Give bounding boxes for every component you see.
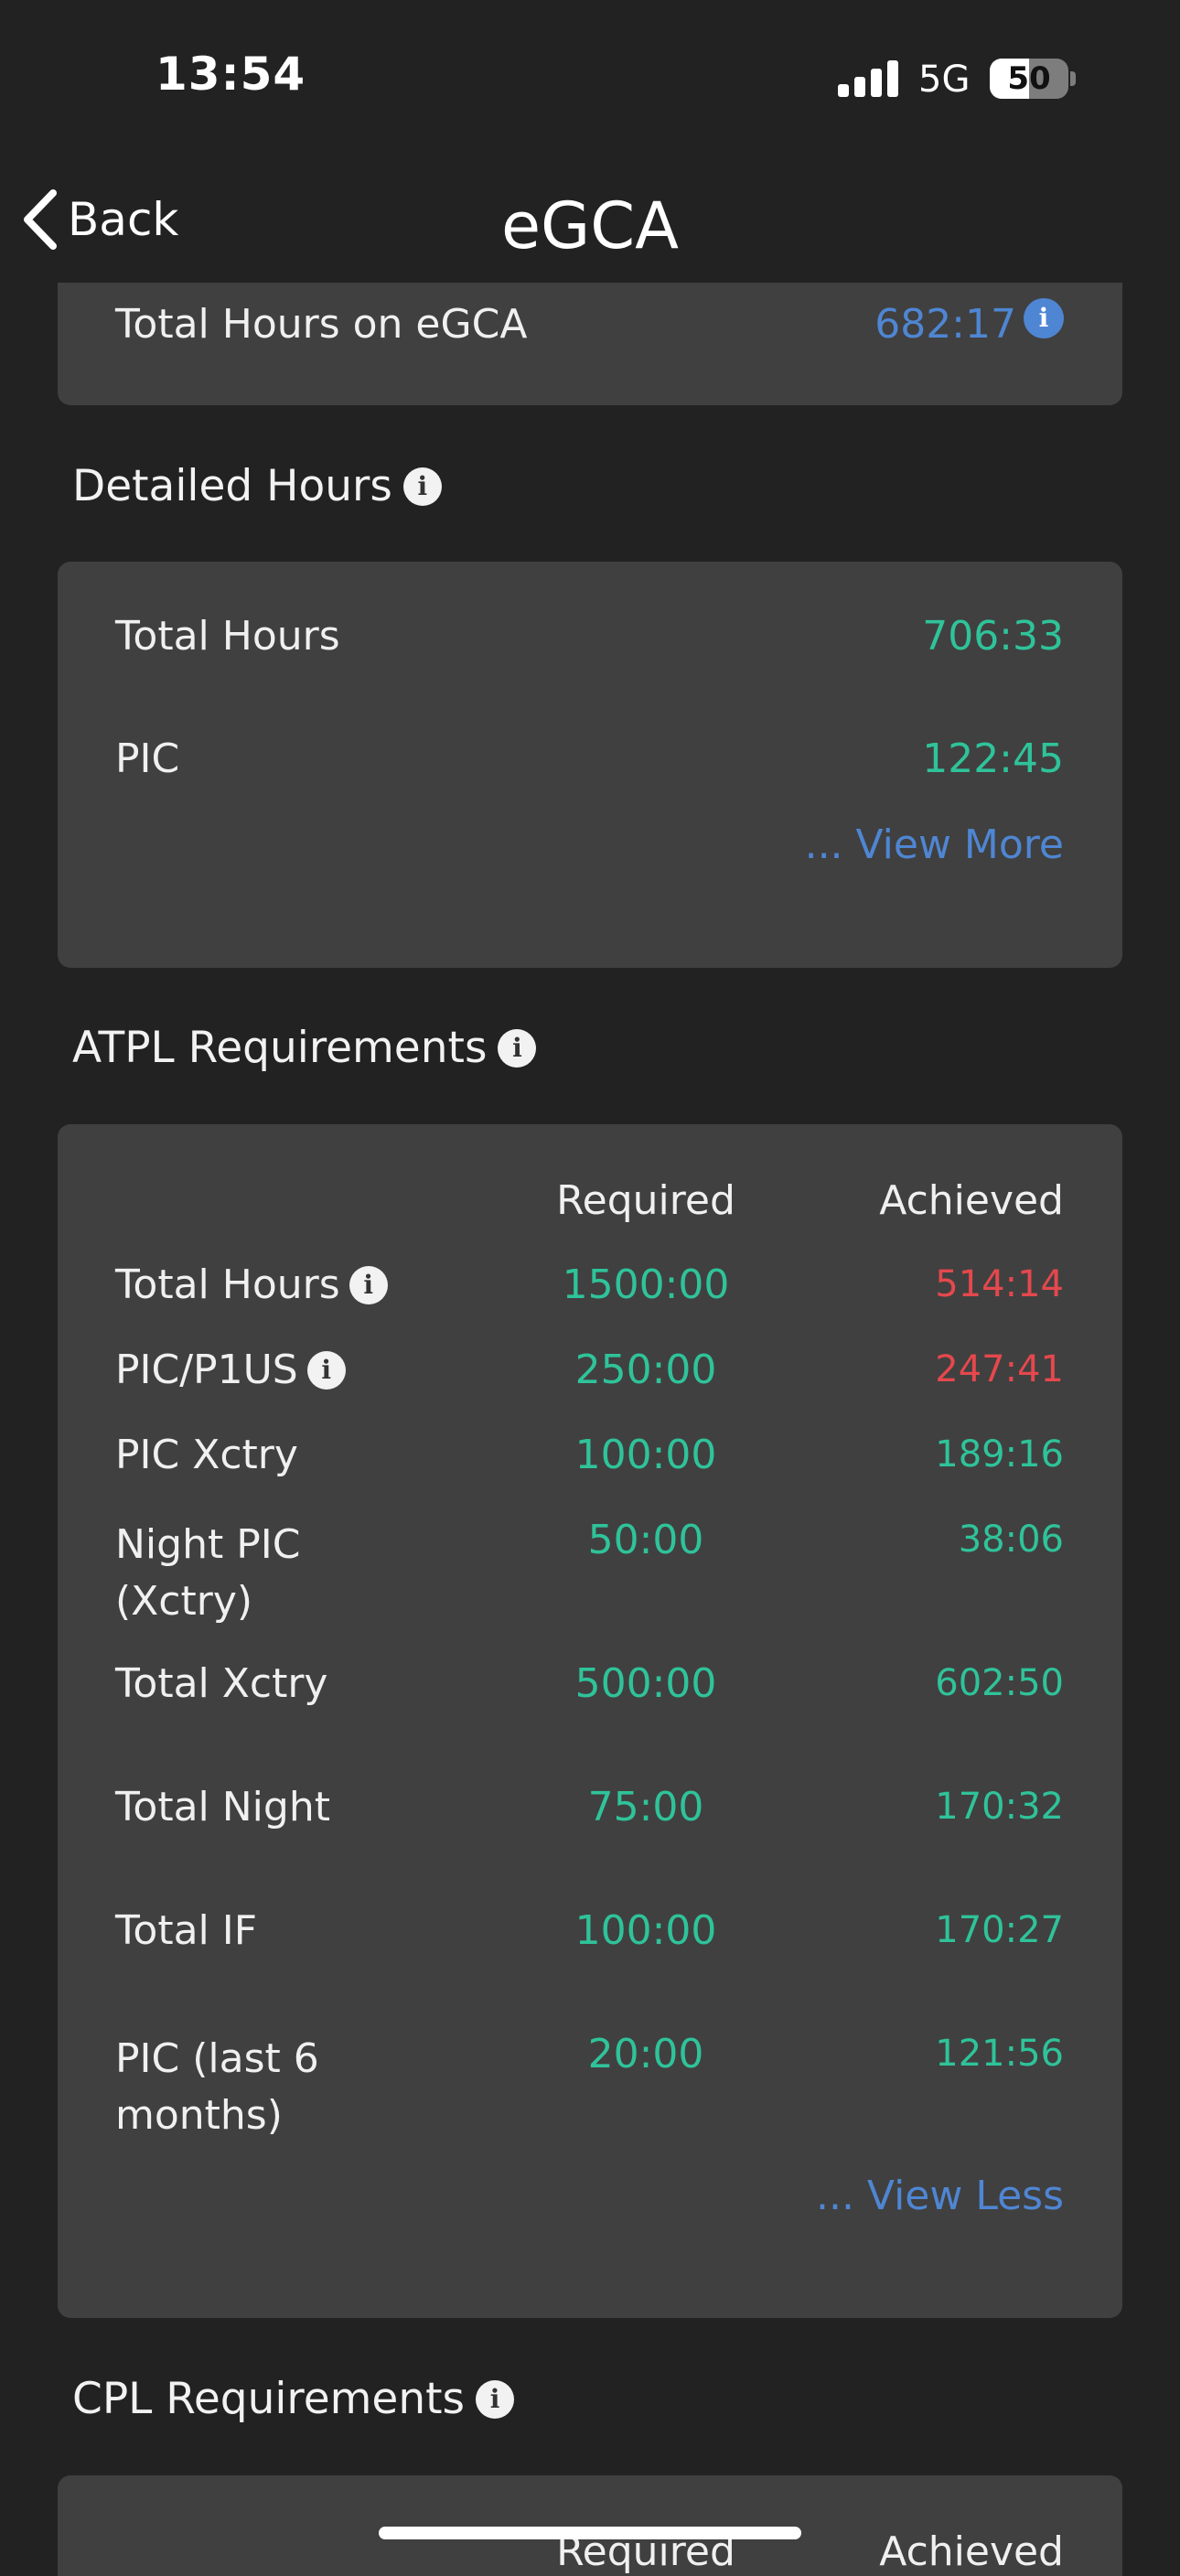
required-value: 500:00	[574, 1660, 717, 1707]
required-value: 100:00	[574, 1432, 717, 1478]
detailed-row-label: PIC	[115, 735, 180, 782]
requirement-name-line: Night PIC	[115, 1521, 301, 1568]
requirement-name: PIC Xctry	[115, 1432, 298, 1478]
info-icon[interactable]: i	[476, 2379, 515, 2419]
requirement-name: Total Xctry	[115, 1660, 328, 1707]
battery-icon: 50	[990, 59, 1068, 99]
info-icon[interactable]: i	[306, 1350, 346, 1390]
egca-total-label: Total Hours on eGCA	[115, 301, 528, 348]
network-type: 5G	[918, 59, 971, 101]
requirement-name-line: (Xctry)	[115, 1578, 253, 1625]
achieved-value: 170:32	[935, 1786, 1064, 1828]
egca-total-value-group: 682:17 i	[874, 297, 1064, 348]
required-value: 20:00	[587, 2031, 704, 2077]
info-icon[interactable]: i	[402, 467, 442, 506]
view-more-link[interactable]: ... View More	[805, 821, 1064, 868]
detailed-row-label: Total Hours	[115, 613, 340, 660]
egca-total-value: 682:17	[874, 301, 1016, 348]
detailed-hours-card: Total Hours 706:33 PIC 122:45 ... View M…	[58, 562, 1122, 968]
achieved-column-header: Achieved	[879, 1177, 1064, 1224]
required-value: 50:00	[587, 1517, 704, 1563]
page-title: eGCA	[500, 188, 680, 263]
cpl-requirements-title: CPL Requirements	[72, 2374, 466, 2424]
achieved-value: 189:16	[935, 1433, 1064, 1476]
atpl-requirements-title: ATPL Requirements	[72, 1023, 488, 1073]
achieved-value: 170:27	[935, 1909, 1064, 1951]
requirement-name: Night PIC (Xctry)	[115, 1517, 300, 1630]
requirement-row-label: PIC/P1US i	[115, 1347, 346, 1393]
achieved-value: 38:06	[958, 1519, 1064, 1561]
required-value: 1500:00	[562, 1261, 730, 1308]
detailed-row-value: 706:33	[922, 613, 1064, 660]
battery-level: 50	[1007, 60, 1051, 97]
required-column-header: Required	[556, 1177, 735, 1224]
status-time: 13:54	[156, 48, 306, 101]
info-icon[interactable]: i	[1024, 297, 1064, 338]
detailed-hours-title: Detailed Hours	[72, 461, 392, 511]
home-indicator[interactable]	[379, 2527, 801, 2539]
signal-strength-icon	[838, 60, 900, 97]
required-value: 100:00	[574, 1907, 717, 1954]
achieved-value: 121:56	[935, 2033, 1064, 2075]
achieved-column-header: Achieved	[879, 2528, 1064, 2575]
requirement-name: Total Night	[115, 1784, 330, 1830]
required-value: 250:00	[574, 1347, 717, 1393]
requirement-row-label: Total Hours i	[115, 1261, 388, 1308]
battery-tip	[1070, 71, 1076, 86]
atpl-requirements-heading: ATPL Requirements i	[72, 1023, 537, 1073]
cpl-requirements-card: Required Achieved	[58, 2475, 1122, 2576]
requirement-name: Total IF	[115, 1907, 258, 1954]
achieved-value: 514:14	[935, 1263, 1064, 1305]
cpl-requirements-heading: CPL Requirements i	[72, 2374, 515, 2424]
egca-total-card: Total Hours on eGCA 682:17 i	[58, 283, 1122, 405]
info-icon[interactable]: i	[498, 1028, 537, 1068]
detailed-hours-heading: Detailed Hours i	[72, 461, 442, 511]
requirement-name-line: months)	[115, 2092, 283, 2139]
view-less-link[interactable]: ... View Less	[816, 2173, 1064, 2219]
detailed-row-value: 122:45	[922, 735, 1064, 782]
achieved-value: 247:41	[935, 1348, 1064, 1390]
achieved-value: 602:50	[935, 1662, 1064, 1704]
info-icon[interactable]: i	[349, 1265, 388, 1304]
requirement-name: PIC/P1US	[115, 1347, 298, 1393]
requirement-name: Total Hours	[115, 1261, 340, 1308]
requirement-name: PIC (last 6 months)	[115, 2031, 319, 2144]
atpl-requirements-card: Required Achieved Total Hours i 1500:00 …	[58, 1124, 1122, 2318]
required-value: 75:00	[587, 1784, 704, 1830]
requirement-name-line: PIC (last 6	[115, 2035, 319, 2082]
